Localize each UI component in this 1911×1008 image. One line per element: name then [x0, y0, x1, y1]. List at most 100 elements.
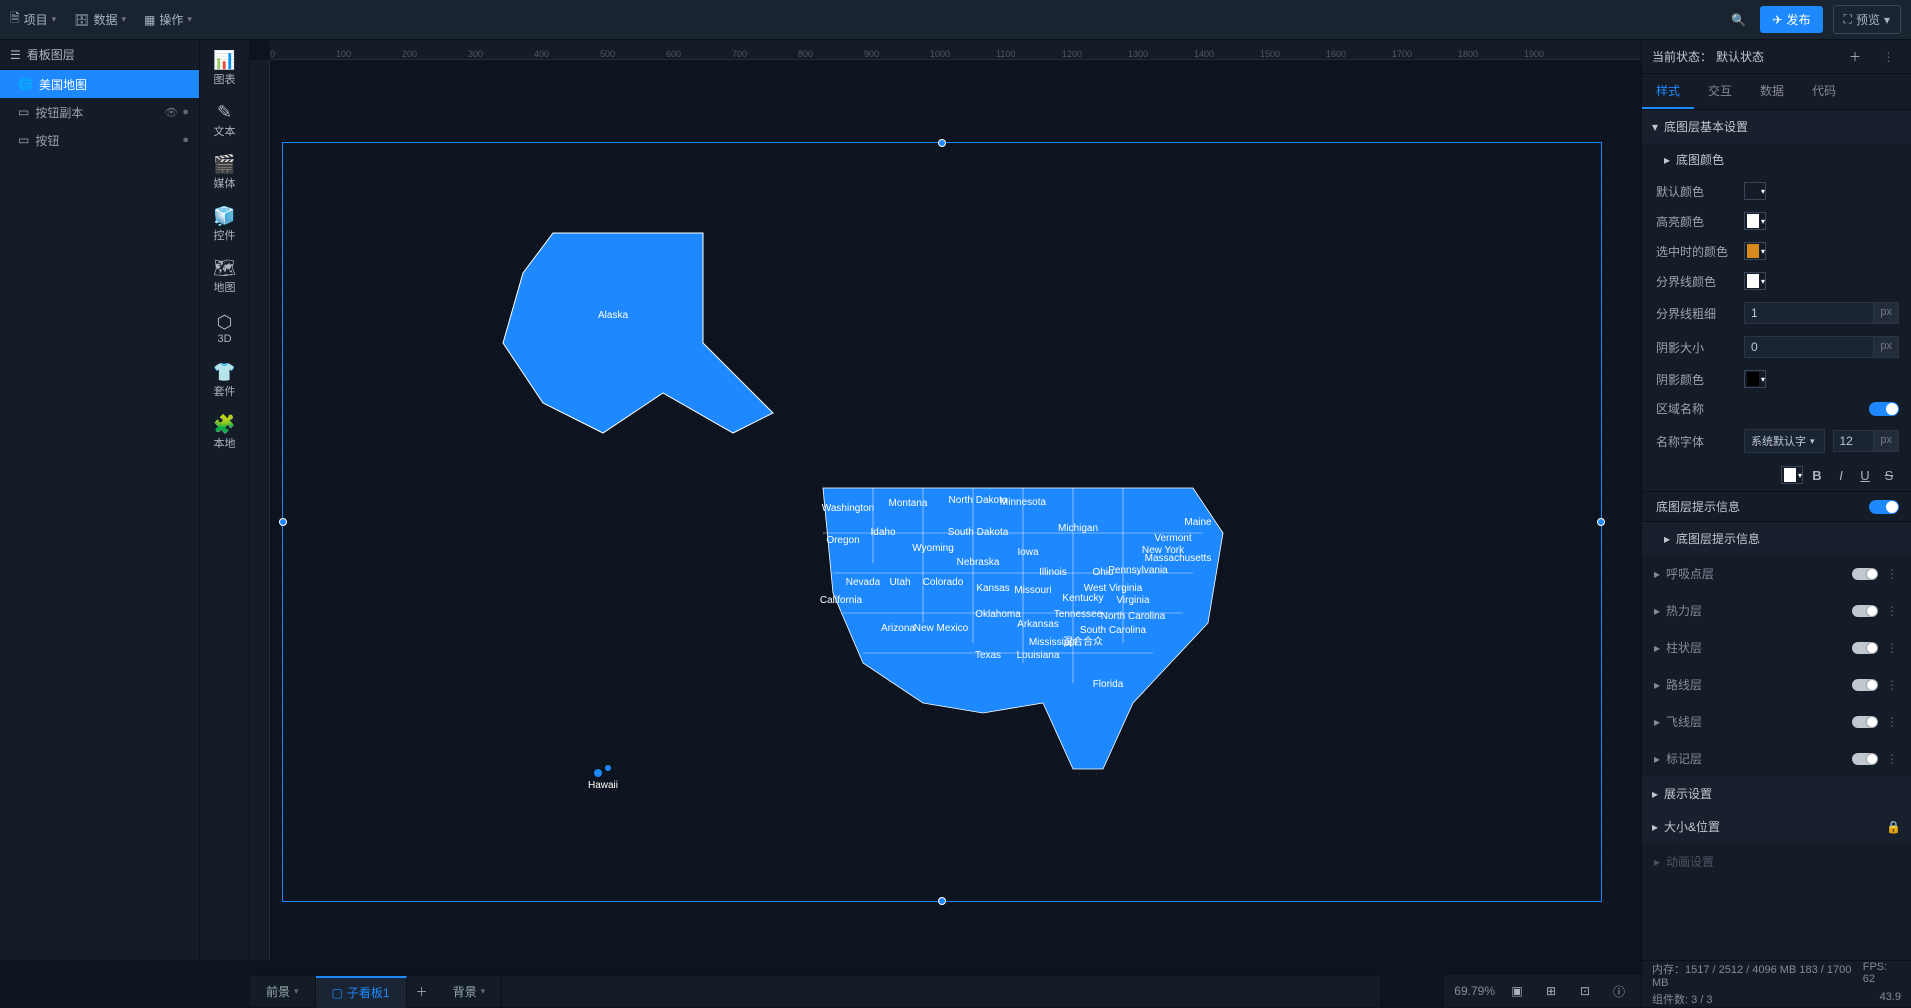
state-label: Texas [975, 650, 1001, 661]
menu-project[interactable]: 🗎 项目 ▾ [10, 9, 56, 30]
layer-more-button[interactable]: ⋮ [1886, 752, 1899, 766]
tab-interact[interactable]: 交互 [1694, 74, 1746, 109]
layer-more-button[interactable]: ⋮ [1886, 715, 1899, 729]
usa-map[interactable]: Alaska Washington Montana North Dakota M… [283, 143, 1603, 903]
tool-local[interactable]: 🧩本地 [205, 410, 245, 456]
color-picker-default[interactable]: ▾ [1744, 182, 1766, 200]
add-state-button[interactable]: ＋ [1843, 45, 1867, 69]
tab-sub-panel[interactable]: ▢子看板1 [316, 976, 407, 1008]
border-width-input[interactable] [1744, 302, 1874, 324]
unit-label: px [1874, 302, 1899, 324]
section-animation[interactable]: ▸动画设置 [1642, 843, 1911, 880]
state-hawaii-2[interactable] [605, 765, 611, 771]
section-display[interactable]: ▸ 展示设置 [1642, 777, 1911, 810]
tool-kit[interactable]: 👕套件 [205, 358, 245, 404]
tab-data[interactable]: 数据 [1746, 74, 1798, 109]
layout-icon[interactable]: ⊡ [1573, 979, 1597, 1003]
layer-item-usa-map[interactable]: 🌐美国地图 [0, 70, 199, 98]
color-picker-shadow[interactable]: ▾ [1744, 370, 1766, 388]
bold-button[interactable]: B [1807, 465, 1827, 485]
state-more-button[interactable]: ⋮ [1877, 45, 1901, 69]
layer-toggle-1[interactable]: ▸热力层⋮ [1642, 592, 1911, 629]
bottom-tabs: 前景▾ ▢子看板1 ＋ 背景▾ [250, 975, 1380, 1007]
prop-border-color: 分界线颜色 ▾ [1642, 266, 1911, 296]
layer-toggle-4[interactable]: ▸飞线层⋮ [1642, 703, 1911, 740]
menu-operate[interactable]: ▦ 操作 ▾ [144, 11, 192, 28]
search-button[interactable]: 🔍 [1726, 8, 1750, 32]
chevron-down-icon: ▾ [52, 14, 57, 25]
preview-button[interactable]: ⛶ 预览 ▾ [1833, 5, 1901, 34]
info-icon[interactable]: ⓘ [1607, 979, 1631, 1003]
canvas[interactable]: 0100200300400500600700800900100011001200… [250, 40, 1641, 960]
layer-toggle-2[interactable]: ▸柱状层⋮ [1642, 629, 1911, 666]
publish-button[interactable]: ✈ 发布 [1760, 6, 1822, 33]
layer-visibility-toggle[interactable] [1852, 605, 1878, 617]
font-size-input[interactable] [1833, 430, 1875, 452]
prop-selected-color: 选中时的颜色 ▾ [1642, 236, 1911, 266]
tab-style[interactable]: 样式 [1642, 74, 1694, 109]
prop-label: 高亮颜色 [1656, 213, 1736, 230]
dot-icon[interactable]: ● [182, 106, 189, 119]
layer-more-button[interactable]: ⋮ [1886, 641, 1899, 655]
state-label: South Carolina [1080, 625, 1147, 636]
layer-visibility-toggle[interactable] [1852, 716, 1878, 728]
color-picker-border[interactable]: ▾ [1744, 272, 1766, 290]
tooltip-toggle[interactable] [1869, 500, 1899, 514]
lock-icon[interactable]: 🔒 [1886, 820, 1901, 834]
strike-button[interactable]: S [1879, 465, 1899, 485]
layer-toggle-label: 标记层 [1666, 750, 1702, 767]
chevron-right-icon: ▸ [1654, 678, 1660, 692]
tool-control[interactable]: 🧊控件 [205, 202, 245, 248]
control-icon: 🧊 [216, 207, 234, 225]
topbar-left: 🗎 项目 ▾ 🗄 数据 ▾ ▦ 操作 ▾ [10, 9, 192, 30]
section-size[interactable]: ▸ 大小&位置 🔒 [1642, 810, 1911, 843]
color-picker-highlight[interactable]: ▾ [1744, 212, 1766, 230]
underline-button[interactable]: U [1855, 465, 1875, 485]
shadow-size-input[interactable] [1744, 336, 1874, 358]
expand-icon: ⛶ [1844, 12, 1852, 27]
color-picker-selected[interactable]: ▾ [1744, 242, 1766, 260]
state-hawaii[interactable] [594, 769, 602, 777]
layer-visibility-toggle[interactable] [1852, 679, 1878, 691]
tool-media[interactable]: 🎬媒体 [205, 150, 245, 196]
layer-toggle-0[interactable]: ▸呼吸点层⋮ [1642, 555, 1911, 592]
section-label: 底图层基本设置 [1664, 118, 1748, 135]
layer-item-button-copy[interactable]: ▭按钮副本 👁● [0, 98, 199, 126]
section-tooltip[interactable]: ▸ 底图层提示信息 [1642, 522, 1911, 555]
layer-more-button[interactable]: ⋮ [1886, 567, 1899, 581]
tab-back[interactable]: 背景▾ [437, 976, 503, 1008]
layer-visibility-toggle[interactable] [1852, 753, 1878, 765]
fit-icon[interactable]: ▣ [1505, 979, 1529, 1003]
properties-scroll[interactable]: ▾ 底图层基本设置 ▸ 底图颜色 默认颜色 ▾ 高亮颜色 ▾ 选中时的颜色 [1642, 110, 1911, 960]
layer-toggle-3[interactable]: ▸路线层⋮ [1642, 666, 1911, 703]
tab-code[interactable]: 代码 [1798, 74, 1850, 109]
grid-icon[interactable]: ⊞ [1539, 979, 1563, 1003]
layer-item-button[interactable]: ▭按钮 ● [0, 126, 199, 154]
layer-more-button[interactable]: ⋮ [1886, 604, 1899, 618]
tab-front[interactable]: 前景▾ [250, 976, 316, 1008]
eye-icon[interactable]: 👁 [164, 106, 178, 119]
ruler-mark: 1400 [1194, 49, 1214, 59]
tool-text[interactable]: ✎文本 [205, 98, 245, 144]
layer-visibility-toggle[interactable] [1852, 642, 1878, 654]
add-tab-button[interactable]: ＋ [407, 983, 437, 1000]
section-base-color[interactable]: ▸ 底图颜色 [1642, 143, 1911, 176]
selection-bounds[interactable]: Alaska Washington Montana North Dakota M… [282, 142, 1602, 902]
canvas-inner[interactable]: Alaska Washington Montana North Dakota M… [272, 62, 1639, 958]
font-select[interactable]: 系统默认字▾ [1744, 429, 1825, 453]
layer-toggle-5[interactable]: ▸标记层⋮ [1642, 740, 1911, 777]
section-base-settings[interactable]: ▾ 底图层基本设置 [1642, 110, 1911, 143]
layer-visibility-toggle[interactable] [1852, 568, 1878, 580]
dot-icon[interactable]: ● [182, 134, 189, 146]
chevron-down-icon: ▾ [481, 986, 486, 997]
menu-data[interactable]: 🗄 数据 ▾ [74, 11, 126, 28]
tool-map[interactable]: 🗺地图 [205, 254, 245, 300]
tool-3d[interactable]: ⬡3D [205, 306, 245, 352]
state-alaska[interactable] [503, 233, 773, 433]
italic-button[interactable]: I [1831, 465, 1851, 485]
chart-icon: 📊 [216, 51, 234, 69]
layer-more-button[interactable]: ⋮ [1886, 678, 1899, 692]
area-name-toggle[interactable] [1869, 402, 1899, 416]
font-color-picker[interactable]: ▾ [1781, 466, 1803, 484]
tool-chart[interactable]: 📊图表 [205, 46, 245, 92]
